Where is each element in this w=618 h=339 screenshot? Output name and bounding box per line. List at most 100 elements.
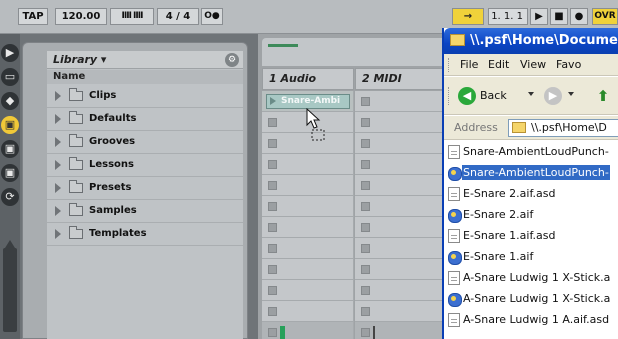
clip-slot[interactable] — [355, 217, 447, 238]
expand-triangle-icon[interactable] — [55, 206, 61, 216]
clip-stop-icon[interactable] — [268, 118, 277, 127]
toolbar-grip[interactable] — [448, 87, 450, 105]
folder-item-lessons[interactable]: Lessons — [47, 154, 243, 177]
stop-button[interactable]: ■ — [550, 8, 568, 25]
clip-stop-icon[interactable] — [361, 265, 370, 274]
clip-stop-icon[interactable] — [268, 307, 277, 316]
disk-icon[interactable]: ▭ — [1, 68, 19, 86]
file-item[interactable]: E-Snare 2.aif.asd — [444, 183, 618, 204]
metronome-button[interactable]: O● — [201, 8, 223, 25]
folder-item-defaults[interactable]: Defaults — [47, 108, 243, 131]
clip-stop-icon[interactable] — [361, 223, 370, 232]
clip-stop-icon[interactable] — [361, 202, 370, 211]
overdub-button[interactable]: OVR — [592, 8, 618, 25]
clip-slot[interactable] — [355, 133, 447, 154]
clip-stop-icon[interactable] — [268, 286, 277, 295]
tap-tempo-button[interactable]: TAP — [18, 8, 48, 25]
name-column-header[interactable]: Name — [47, 70, 243, 84]
library-title[interactable]: Library ▾ — [53, 53, 106, 66]
clip-stop-icon[interactable] — [361, 286, 370, 295]
clip-slot[interactable] — [262, 175, 354, 196]
clip-slot[interactable] — [262, 154, 354, 175]
file-item[interactable]: E-Snare 1.aif.asd — [444, 225, 618, 246]
clip-stop-icon[interactable] — [268, 181, 277, 190]
file-browser-1-icon[interactable]: ▣ — [1, 116, 19, 134]
follow-button[interactable]: → — [452, 8, 484, 25]
clip-slot[interactable] — [262, 259, 354, 280]
song-position-field[interactable]: 1. 1. 1 — [488, 8, 528, 25]
play-button[interactable]: ▶ — [530, 8, 548, 25]
folder-item-templates[interactable]: Templates — [47, 223, 243, 246]
clip-stop-icon[interactable] — [361, 160, 370, 169]
track-stop-row[interactable] — [262, 322, 354, 339]
menu-file[interactable]: File — [460, 54, 478, 75]
expand-triangle-icon[interactable] — [55, 91, 61, 101]
clip-slot[interactable] — [355, 112, 447, 133]
forward-arrow-icon[interactable]: ▶ — [544, 87, 562, 105]
forward-dropdown-icon[interactable] — [568, 92, 574, 96]
stop-all-icon[interactable] — [268, 328, 277, 337]
clip-stop-icon[interactable] — [361, 244, 370, 253]
clip-slot[interactable] — [355, 196, 447, 217]
folder-item-presets[interactable]: Presets — [47, 177, 243, 200]
file-item-selected[interactable]: Snare-AmbientLoudPunch- — [444, 162, 618, 183]
clip-stop-icon[interactable] — [361, 139, 370, 148]
track-header-1-audio[interactable]: 1 Audio — [262, 68, 354, 90]
explorer-title-bar[interactable]: \\.psf\Home\Docume — [444, 28, 618, 54]
device-browser-icon[interactable]: ◆ — [1, 92, 19, 110]
file-item[interactable]: Snare-AmbientLoudPunch- — [444, 141, 618, 162]
folder-item-clips[interactable]: Clips — [47, 85, 243, 108]
overview-slider[interactable] — [268, 44, 298, 47]
clip-slot[interactable] — [262, 301, 354, 322]
clip-slot[interactable] — [355, 91, 447, 112]
clip-slot[interactable] — [262, 217, 354, 238]
clip-slot[interactable] — [355, 154, 447, 175]
clip-slot[interactable] — [262, 196, 354, 217]
clip-slot[interactable] — [355, 238, 447, 259]
address-field[interactable]: \\.psf\Home\D — [508, 119, 618, 137]
file-item[interactable]: A-Snare Ludwig 1 X-Stick.a — [444, 288, 618, 309]
record-button[interactable]: ● — [570, 8, 588, 25]
file-item[interactable]: A-Snare Ludwig 1 X-Stick.a — [444, 267, 618, 288]
clip-slot[interactable] — [355, 280, 447, 301]
tempo-field[interactable]: 120.00 — [55, 8, 107, 25]
expand-triangle-icon[interactable] — [55, 114, 61, 124]
hide-browser-icon[interactable]: ▶ — [1, 44, 19, 62]
library-header[interactable]: Library ▾ ⚙ — [47, 51, 243, 69]
menu-view[interactable]: View — [520, 54, 546, 75]
track-stop-row[interactable] — [355, 322, 447, 339]
expand-triangle-icon[interactable] — [55, 183, 61, 193]
clip-stop-icon[interactable] — [268, 160, 277, 169]
clip-name[interactable]: Snare-Ambi — [266, 94, 350, 109]
file-item[interactable]: E-Snare 2.aif — [444, 204, 618, 225]
file-browser-2-icon[interactable]: ▣ — [1, 140, 19, 158]
stop-all-icon[interactable] — [361, 328, 370, 337]
clip-stop-icon[interactable] — [361, 181, 370, 190]
expand-triangle-icon[interactable] — [55, 160, 61, 170]
hot-swap-icon[interactable]: ⟳ — [1, 188, 19, 206]
folder-item-grooves[interactable]: Grooves — [47, 131, 243, 154]
toolbar-grip[interactable] — [448, 58, 450, 72]
track-header-2-midi[interactable]: 2 MIDI — [355, 68, 447, 90]
clip-stop-icon[interactable] — [361, 307, 370, 316]
folder-up-icon[interactable]: ⬆ — [594, 87, 612, 105]
menu-favorites[interactable]: Favo — [556, 54, 581, 75]
back-dropdown-icon[interactable] — [528, 92, 534, 96]
clip-slot[interactable] — [262, 238, 354, 259]
clip-stop-icon[interactable] — [268, 139, 277, 148]
clip-stop-icon[interactable] — [361, 118, 370, 127]
folder-item-samples[interactable]: Samples — [47, 200, 243, 223]
gear-icon[interactable]: ⚙ — [225, 53, 239, 67]
time-signature-field[interactable]: 4 / 4 — [157, 8, 199, 25]
clip-stop-icon[interactable] — [268, 202, 277, 211]
clip-slot[interactable] — [355, 301, 447, 322]
clip-stop-icon[interactable] — [361, 97, 370, 106]
file-browser-3-icon[interactable]: ▣ — [1, 164, 19, 182]
back-button[interactable]: ◀ Back — [458, 87, 507, 105]
clip-slot[interactable] — [262, 280, 354, 301]
tempo-nudge-buttons[interactable]: IIII IIII — [110, 8, 154, 25]
file-item[interactable]: A-Snare Ludwig 1 A.aif.asd — [444, 309, 618, 330]
clip-stop-icon[interactable] — [268, 265, 277, 274]
clip-stop-icon[interactable] — [268, 223, 277, 232]
expand-triangle-icon[interactable] — [55, 137, 61, 147]
